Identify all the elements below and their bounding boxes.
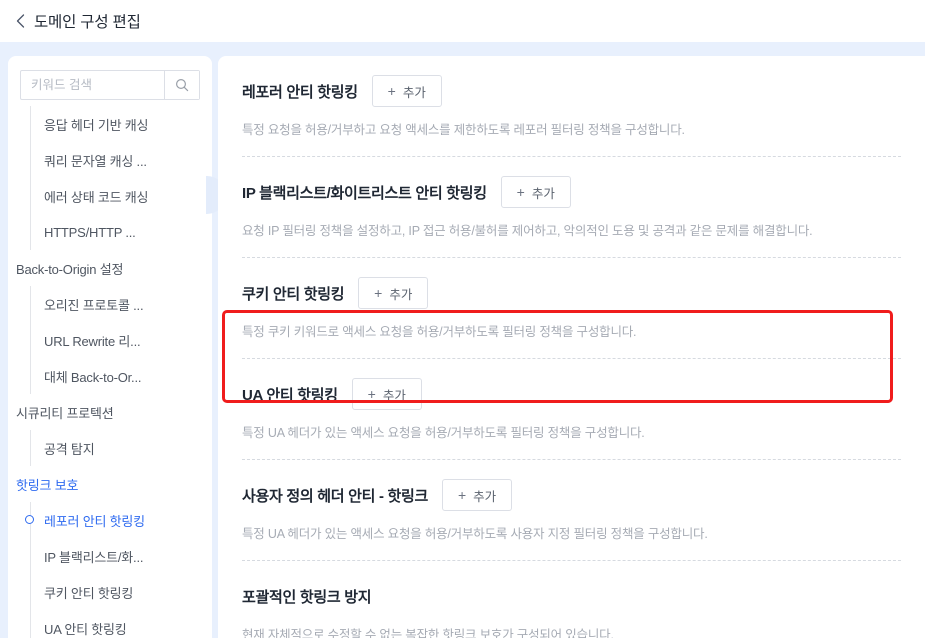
- sidebar-item-3[interactable]: HTTPS/HTTP ...: [8, 214, 212, 250]
- sidebar-item-label: IP 블랙리스트/화...: [44, 549, 144, 565]
- sidebar-item-6[interactable]: URL Rewrite 리...: [8, 322, 212, 358]
- section-title: 레포러 안티 핫링킹: [242, 83, 358, 101]
- add-button-label: 추가: [402, 85, 426, 100]
- sidebar-item-label: 대체 Back-to-Or...: [44, 369, 142, 385]
- add-button-label: 추가: [473, 489, 497, 504]
- plus-icon: +: [374, 285, 383, 301]
- policy-section-0: 레포러 안티 핫링킹 + 추가특정 요청을 허용/거부하고 요청 액세스를 제한하도…: [218, 56, 925, 157]
- sidebar-search: [20, 70, 200, 100]
- sidebar-item-2[interactable]: 에러 상태 코드 캐싱: [8, 178, 212, 214]
- sidebar-item-label: 응답 헤더 기반 캐싱: [44, 117, 149, 133]
- sidebar-item-14[interactable]: UA 안티 핫링킹: [8, 610, 212, 638]
- main-content: 레포러 안티 핫링킹 + 추가 특정 요청을 허용/거부하고 요청 액세스를 제한하도…: [218, 56, 925, 638]
- section-title: 포괄적인 핫링크 방지: [242, 588, 372, 606]
- sidebar-item-7[interactable]: 대체 Back-to-Or...: [8, 358, 212, 394]
- sidebar-item-label: 핫링크 보호: [16, 477, 79, 493]
- section-header: 포괄적인 핫링크 방지: [242, 579, 901, 613]
- section-header: 쿠키 안티 핫링킹 + 추가: [242, 276, 901, 310]
- sidebar-item-label: 레포러 안티 핫링킹: [44, 513, 145, 529]
- plus-icon: +: [367, 386, 376, 402]
- add-button-label: 추가: [382, 388, 406, 403]
- section-title: IP 블랙리스트/화이트리스트 안티 핫링킹: [242, 184, 487, 202]
- policy-section-4: 사용자 정의 헤더 안티 - 핫링크 + 추가특정 UA 헤더가 있는 액세스 요청…: [218, 460, 925, 561]
- policy-section-1: IP 블랙리스트/화이트리스트 안티 핫링킹 + 추가요청 IP 필터링 정책을 설…: [218, 157, 925, 258]
- sidebar-item-label: 쿠키 안티 핫링킹: [44, 585, 134, 601]
- policy-section-2: 쿠키 안티 핫링킹 + 추가특정 쿠키 키워드로 액세스 요청을 허용/거부하도록 …: [218, 258, 925, 359]
- section-description: 특정 쿠키 키워드로 액세스 요청을 허용/거부하도록 필터링 정책을 구성합니…: [242, 325, 637, 339]
- section-header: 사용자 정의 헤더 안티 - 핫링크 + 추가: [242, 478, 901, 512]
- plus-icon: +: [457, 487, 467, 503]
- sidebar-current-marker-icon: [25, 514, 34, 524]
- sidebar-item-label: 쿼리 문자열 캐싱 ...: [44, 153, 147, 169]
- section-title: 쿠키 안티 핫링킹: [242, 285, 345, 303]
- section-description: 현재 자체적으로 수정할 수 없는 복잡한 핫링크 보호가 구성되어 있습니다.: [242, 628, 614, 638]
- sidebar-item-label: UA 안티 핫링킹: [44, 621, 127, 637]
- section-description: 요청 IP 필터링 정책을 설정하고, IP 접근 허용/불허를 제어하고, 악…: [242, 224, 813, 238]
- policy-section-5: 포괄적인 핫링크 방지현재 자체적으로 수정할 수 없는 복잡한 핫링크 보호가…: [218, 561, 925, 638]
- sidebar-item-12[interactable]: IP 블랙리스트/화...: [8, 538, 212, 574]
- section-title: UA 안티 핫링킹: [242, 386, 338, 404]
- section-header: 레포러 안티 핫링킹 + 추가: [242, 74, 901, 108]
- section-title: 사용자 정의 헤더 안티 - 핫링크: [242, 487, 429, 505]
- add-button[interactable]: + 추가: [371, 75, 442, 107]
- section-header: IP 블랙리스트/화이트리스트 안티 핫링킹 + 추가: [242, 175, 901, 209]
- page-header: 도메인 구성 편집: [0, 0, 925, 42]
- sidebar-item-label: 에러 상태 코드 캐싱: [44, 189, 149, 205]
- sidebar-item-label: Back-to-Origin 설정: [16, 261, 124, 277]
- add-button[interactable]: + 추가: [358, 277, 429, 309]
- search-input[interactable]: [21, 71, 164, 99]
- sidebar-item-13[interactable]: 쿠키 안티 핫링킹: [8, 574, 212, 610]
- plus-icon: +: [516, 184, 525, 200]
- search-icon[interactable]: [164, 71, 199, 99]
- sidebar-item-8[interactable]: 시큐리티 프로텍션: [8, 394, 212, 430]
- sidebar: 응답 헤더 기반 캐싱쿼리 문자열 캐싱 ... 에러 상태 코드 캐싱 HTTPS…: [8, 56, 212, 638]
- policy-section-3: UA 안티 핫링킹 + 추가특정 UA 헤더가 있는 액세스 요청을 허용/거부하도…: [218, 359, 925, 460]
- section-description: 특정 UA 헤더가 있는 액세스 요청을 허용/거부하도록 사용자 지정 필터링…: [242, 527, 708, 541]
- chevron-left-icon[interactable]: [12, 13, 28, 29]
- plus-icon: +: [387, 83, 396, 99]
- add-button-label: 추가: [389, 287, 413, 302]
- add-button-label: 추가: [531, 186, 555, 201]
- section-header: UA 안티 핫링킹 + 추가: [242, 377, 901, 411]
- sidebar-item-4[interactable]: Back-to-Origin 설정: [8, 250, 212, 286]
- page-title: 도메인 구성 편집: [34, 14, 141, 31]
- section-description: 특정 UA 헤더가 있는 액세스 요청을 허용/거부하도록 필터링 정책을 구성…: [242, 426, 645, 440]
- sidebar-item-0[interactable]: 응답 헤더 기반 캐싱: [8, 106, 212, 142]
- sidebar-item-label: URL Rewrite 리...: [44, 333, 141, 349]
- add-button[interactable]: + 추가: [351, 378, 422, 410]
- sidebar-item-label: 오리진 프로토콜 ...: [44, 297, 144, 313]
- add-button[interactable]: + 추가: [442, 479, 513, 511]
- sidebar-nav: 응답 헤더 기반 캐싱쿼리 문자열 캐싱 ... 에러 상태 코드 캐싱 HTTPS…: [8, 106, 212, 638]
- sidebar-item-10[interactable]: 핫링크 보호: [8, 466, 212, 502]
- sidebar-item-9[interactable]: 공격 탐지: [8, 430, 212, 466]
- add-button[interactable]: + 추가: [500, 176, 571, 208]
- sidebar-item-11[interactable]: 레포러 안티 핫링킹: [8, 502, 212, 538]
- sidebar-item-1[interactable]: 쿼리 문자열 캐싱 ...: [8, 142, 212, 178]
- sidebar-item-label: 시큐리티 프로텍션: [16, 405, 114, 421]
- section-description: 특정 요청을 허용/거부하고 요청 액세스를 제한하도록 레포러 필터링 정책을…: [242, 123, 685, 137]
- sidebar-item-label: 공격 탐지: [44, 441, 95, 457]
- sidebar-item-5[interactable]: 오리진 프로토콜 ...: [8, 286, 212, 322]
- sidebar-item-label: HTTPS/HTTP ...: [44, 224, 136, 240]
- page-body: 응답 헤더 기반 캐싱쿼리 문자열 캐싱 ... 에러 상태 코드 캐싱 HTTPS…: [0, 42, 925, 638]
